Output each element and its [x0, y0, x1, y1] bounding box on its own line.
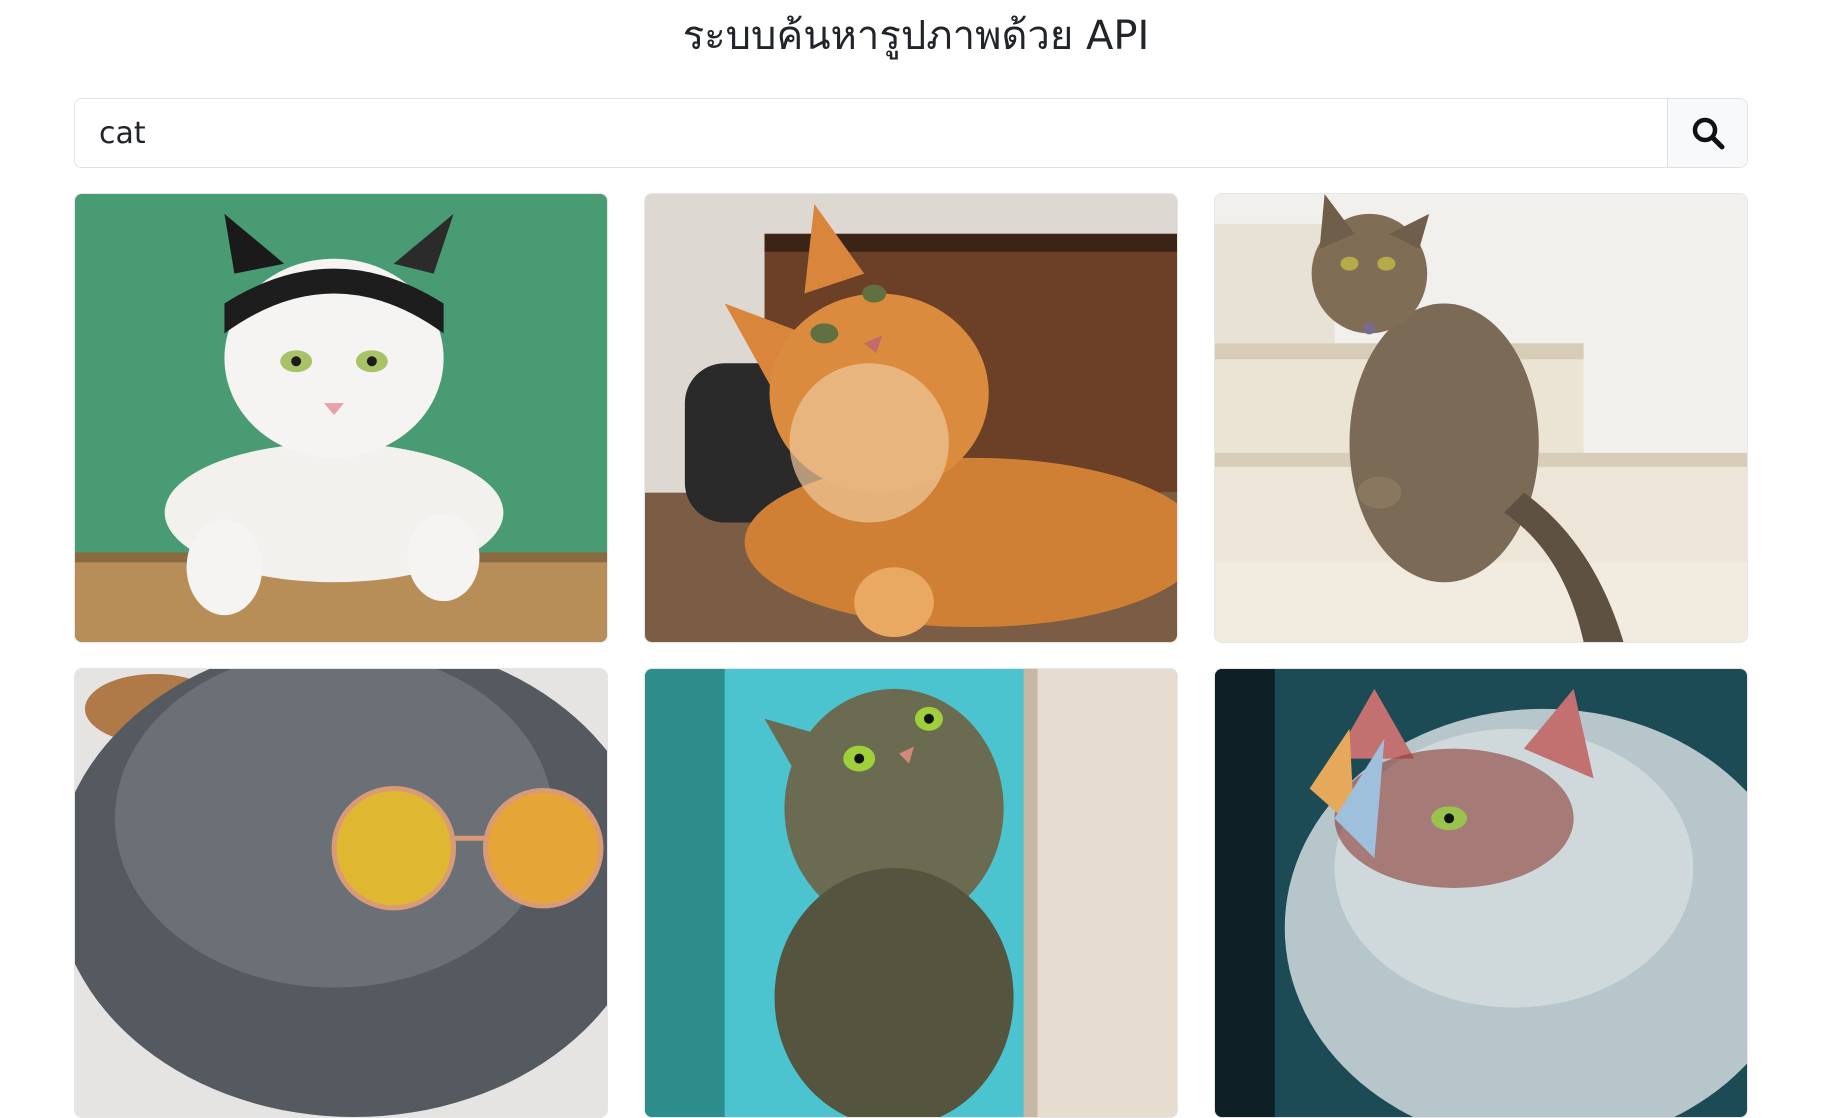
image-card[interactable] — [1214, 193, 1748, 643]
search-icon — [1692, 117, 1724, 150]
cat-photo — [645, 669, 1177, 1117]
image-card[interactable] — [74, 193, 608, 643]
image-card[interactable] — [74, 668, 608, 1118]
cat-photo — [645, 194, 1177, 642]
app: ระบบค้นหารูปภาพด้วย API — [0, 0, 1832, 1118]
image-card[interactable] — [644, 193, 1178, 643]
search-bar — [74, 98, 1748, 168]
search-button[interactable] — [1667, 99, 1747, 167]
image-card[interactable] — [1214, 668, 1748, 1118]
cat-photo — [1215, 669, 1747, 1117]
cat-photo — [75, 194, 607, 642]
cat-photo — [1215, 194, 1747, 642]
search-input[interactable] — [75, 99, 1667, 167]
cat-photo — [75, 669, 607, 1117]
page-title: ระบบค้นหารูปภาพด้วย API — [682, 13, 1150, 59]
image-card[interactable] — [644, 668, 1178, 1118]
